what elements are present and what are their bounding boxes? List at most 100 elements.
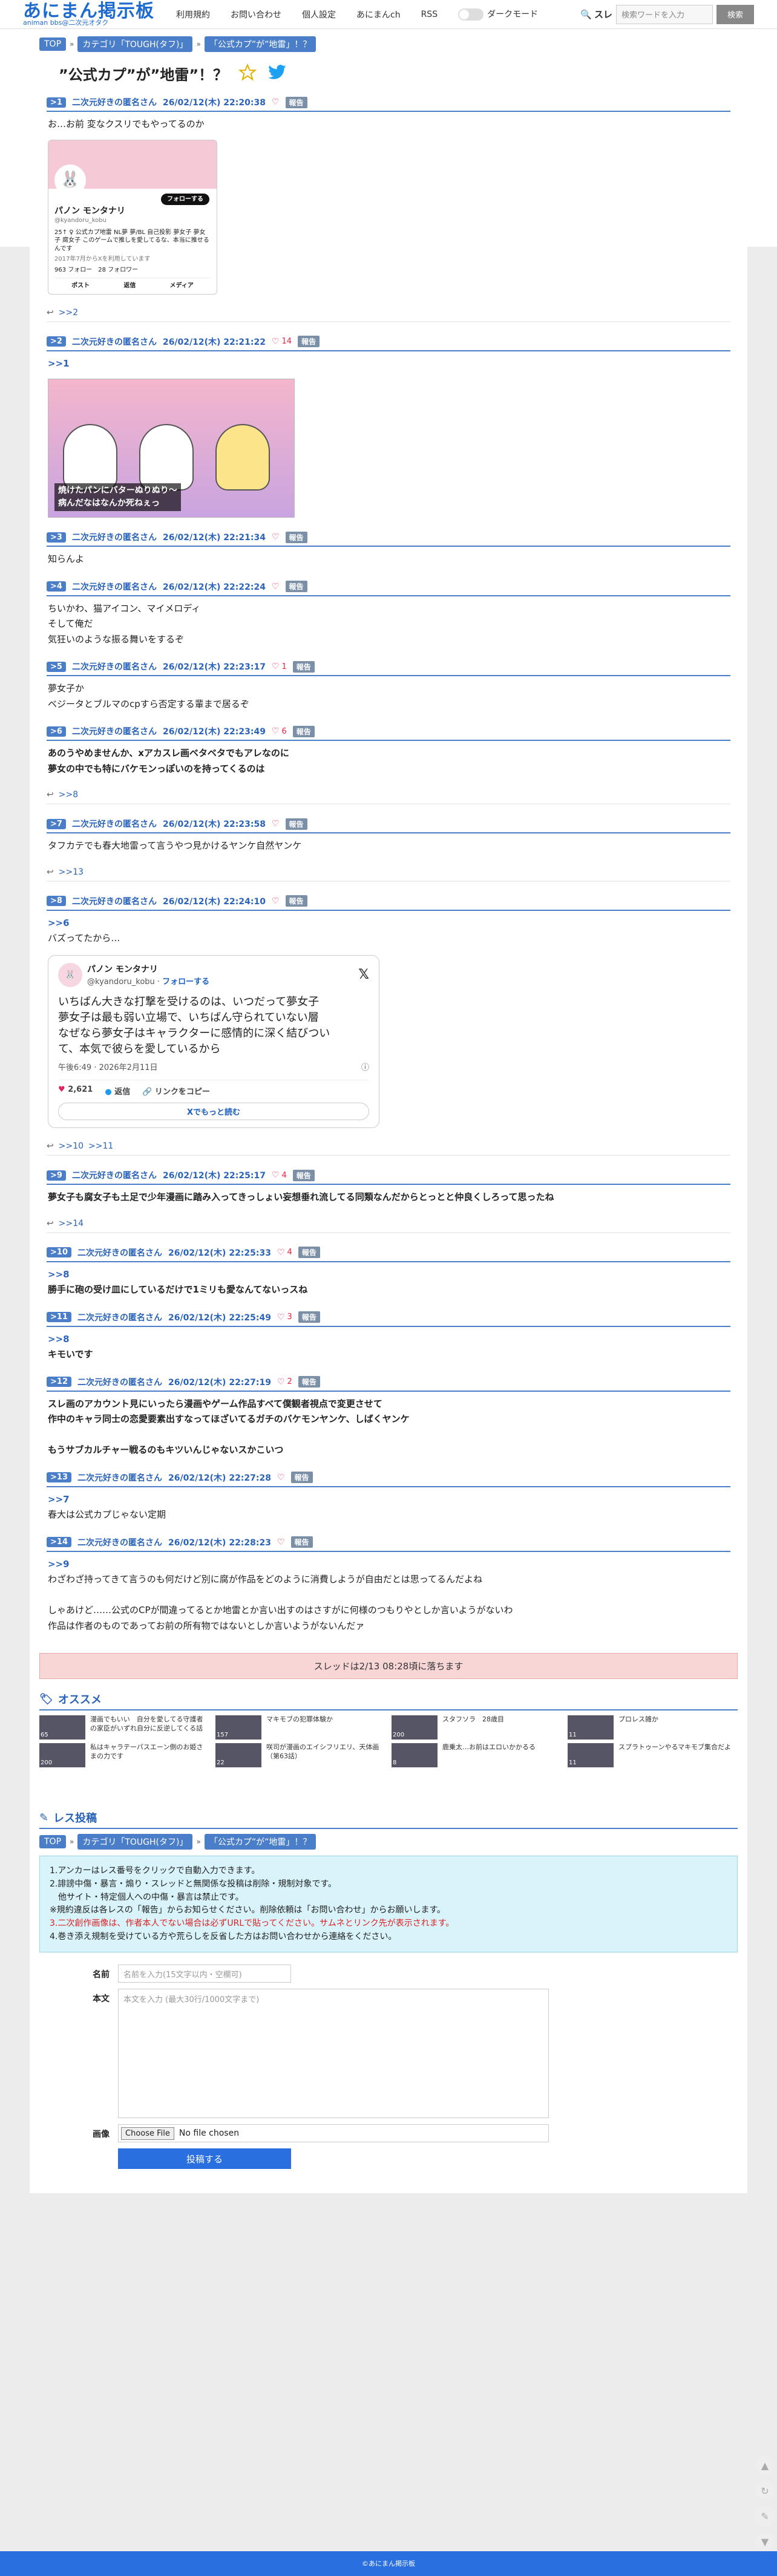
x-logo-icon[interactable]: 𝕏 (358, 967, 369, 982)
profile-follow-button[interactable]: フォローする (161, 193, 209, 205)
nav-contact[interactable]: お問い合わせ (231, 8, 281, 21)
recommend-item[interactable]: 11 プロレス雑か (568, 1715, 738, 1740)
breadcrumb-thread[interactable]: 「公式カプ”が”地雷」！？ (204, 1834, 316, 1850)
report-button[interactable]: 報告 (292, 725, 315, 737)
report-button[interactable]: 報告 (292, 1169, 315, 1181)
report-button[interactable]: 報告 (298, 336, 320, 348)
res-number[interactable]: >6 (47, 726, 66, 737)
tweet-read-more-button[interactable]: Xでもっと読む (58, 1103, 369, 1121)
nav-animanch[interactable]: あにまんch (356, 8, 401, 21)
nav-rss[interactable]: RSS (421, 10, 438, 19)
scroll-top-icon[interactable]: ▲ (755, 2456, 775, 2475)
profile-tab-media[interactable]: メディア (170, 282, 194, 290)
res-number[interactable]: >12 (47, 1377, 71, 1387)
report-button[interactable]: 報告 (285, 581, 307, 593)
reply-link[interactable]: >>13 (59, 867, 84, 877)
like-heart-icon[interactable]: ♡ (277, 1248, 285, 1257)
like-heart-icon[interactable]: ♡ (277, 1537, 285, 1547)
choose-file-button[interactable]: Choose File (121, 2127, 174, 2140)
body-textarea[interactable]: 本文を入力 (最大30行/1000文字まで) (118, 1989, 549, 2119)
anchor-link[interactable]: >>7 (48, 1494, 70, 1505)
report-button[interactable]: 報告 (285, 818, 307, 830)
recommend-item[interactable]: 200 私はキャラテーパスエーン側のお姫さまの力です (39, 1743, 209, 1768)
recommend-item[interactable]: 8 鹿乗太…お前はエロいかかるる (392, 1743, 562, 1768)
refresh-icon[interactable]: ↻ (755, 2481, 775, 2500)
res-number[interactable]: >9 (47, 1170, 66, 1181)
res-number[interactable]: >8 (47, 896, 66, 907)
post-image[interactable]: 焼けたパンにバターぬりぬり〜 病んだなはなんか死ねぇっ (48, 379, 295, 518)
report-button[interactable]: 報告 (285, 531, 307, 543)
profile-tab-replies[interactable]: 返信 (123, 282, 136, 290)
res-number[interactable]: >2 (47, 336, 66, 347)
breadcrumb-top[interactable]: TOP (39, 1835, 67, 1849)
search-scope-select[interactable]: 🔍 スレ (580, 8, 612, 21)
recommend-item[interactable]: 11 スプラトゥーンやるマキモブ集合だよ (568, 1743, 738, 1768)
report-button[interactable]: 報告 (292, 660, 315, 673)
res-number[interactable]: >3 (47, 532, 66, 543)
reply-link[interactable]: >>11 (88, 1141, 113, 1151)
info-icon[interactable]: ⓘ (361, 1061, 369, 1072)
like-heart-icon[interactable]: ♡ (272, 1170, 280, 1180)
like-heart-icon[interactable]: ♡ (277, 1312, 285, 1322)
like-heart-icon[interactable]: ♡ (272, 896, 280, 906)
search-button[interactable]: 検索 (716, 4, 754, 24)
image-file-input[interactable]: Choose File No file chosen (118, 2124, 549, 2143)
anchor-link[interactable]: >>8 (48, 1269, 70, 1280)
nav-settings[interactable]: 個人設定 (302, 8, 336, 21)
report-button[interactable]: 報告 (298, 1247, 320, 1259)
tweet-like[interactable]: ♥ 2,621 (58, 1085, 93, 1097)
search-input[interactable]: 検索ワードを入力 (615, 4, 713, 24)
res-number[interactable]: >14 (47, 1537, 71, 1548)
name-field[interactable]: 名前を入力(15文字以内・空欄可) (118, 1965, 291, 1983)
anchor-link[interactable]: >>8 (48, 1334, 70, 1345)
scroll-bottom-icon[interactable]: ▼ (755, 2532, 775, 2551)
recommend-item[interactable]: 157 マキモブの犯罪体験か (215, 1715, 385, 1740)
breadcrumb-category[interactable]: カテゴリ「TOUGH(タフ)」 (77, 36, 193, 52)
like-heart-icon[interactable]: ♡ (272, 582, 280, 592)
breadcrumb-category[interactable]: カテゴリ「TOUGH(タフ)」 (77, 1834, 193, 1850)
res-number[interactable]: >11 (47, 1312, 71, 1323)
like-heart-icon[interactable]: ♡ (272, 819, 280, 829)
reply-link[interactable]: >>10 (59, 1141, 84, 1151)
twitter-share-icon[interactable] (267, 64, 287, 83)
recommend-item[interactable]: 200 スタフソラ 28歳目 (392, 1715, 562, 1740)
like-heart-icon[interactable]: ♡ (272, 532, 280, 542)
anchor-link[interactable]: >>6 (48, 918, 70, 928)
like-heart-icon[interactable]: ♡ (272, 726, 280, 736)
breadcrumb-top[interactable]: TOP (39, 37, 67, 51)
like-heart-icon[interactable]: ♡ (272, 337, 280, 347)
nav-terms[interactable]: 利用規約 (176, 8, 210, 21)
res-number[interactable]: >5 (47, 661, 66, 672)
res-number[interactable]: >4 (47, 581, 66, 592)
reply-link[interactable]: >>2 (59, 308, 78, 318)
profile-tab-posts[interactable]: ポスト (71, 282, 90, 290)
anchor-link[interactable]: >>1 (48, 358, 70, 369)
like-heart-icon[interactable]: ♡ (277, 1377, 285, 1387)
favorite-star-icon[interactable] (238, 63, 257, 84)
write-icon[interactable]: ✎ (755, 2506, 775, 2526)
report-button[interactable]: 報告 (298, 1311, 320, 1323)
report-button[interactable]: 報告 (290, 1536, 313, 1548)
report-button[interactable]: 報告 (285, 895, 307, 907)
res-number[interactable]: >10 (47, 1247, 71, 1258)
like-heart-icon[interactable]: ♡ (272, 662, 280, 671)
breadcrumb-thread[interactable]: 「公式カプ”が”地雷」！？ (204, 36, 316, 52)
dark-mode-toggle[interactable]: ダークモード (458, 8, 538, 21)
tweet-follow-link[interactable]: フォローする (162, 977, 209, 986)
recommend-item[interactable]: 65 漫画でもいい 自分を愛してる守護者の家臣がいずれ自分に反逆してくる話 (39, 1715, 209, 1740)
submit-button[interactable]: 投稿する (118, 2148, 291, 2170)
anchor-link[interactable]: >>9 (48, 1559, 70, 1570)
reply-link[interactable]: >>8 (59, 790, 78, 800)
tweet-reply[interactable]: ● 返信 (105, 1085, 130, 1097)
toggle-switch[interactable] (458, 8, 484, 21)
like-heart-icon[interactable]: ♡ (277, 1473, 285, 1482)
tweet-time-text[interactable]: 午後6:49 · 2026年2月11日 (58, 1061, 158, 1072)
res-number[interactable]: >7 (47, 818, 66, 829)
report-button[interactable]: 報告 (290, 1472, 313, 1484)
tweet-embed[interactable]: 🐰 パノン モンタナリ @kyandoru_kobu · フォローする 𝕏 いち… (48, 954, 379, 1129)
site-logo[interactable]: あにまん掲示板 animan bbs@二次元オタク (23, 2, 154, 27)
report-button[interactable]: 報告 (298, 1376, 320, 1388)
like-heart-icon[interactable]: ♡ (272, 97, 280, 107)
res-number[interactable]: >13 (47, 1472, 71, 1483)
recommend-item[interactable]: 22 咲司が漫画のエイシフリエリ、天体画（第63話） (215, 1743, 385, 1768)
